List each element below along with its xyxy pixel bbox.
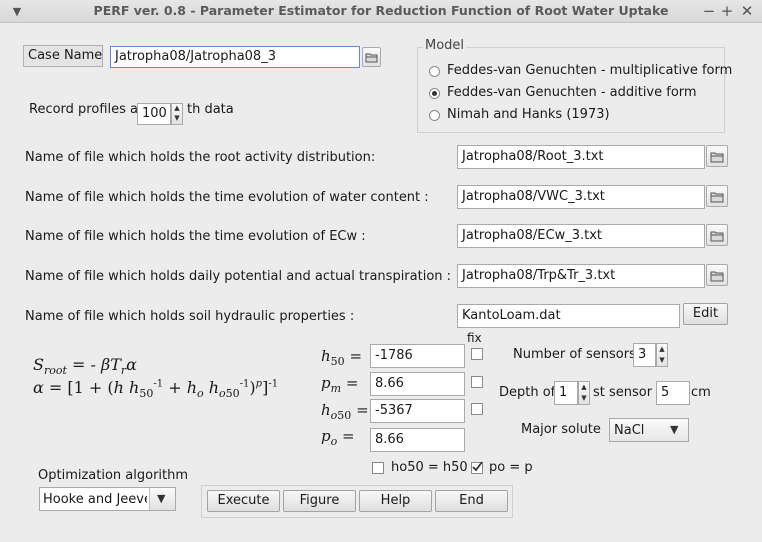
ho50-eq-h50-checkbox[interactable] [372,462,384,474]
transpiration-file-browse-button[interactable] [706,264,728,286]
record-profiles-stepper[interactable]: ▲ ▼ [171,103,183,125]
record-profiles-label: Record profiles at [29,102,144,117]
spin-down-icon[interactable]: ▼ [172,114,182,124]
folder-icon [710,231,724,242]
help-button[interactable]: Help [359,490,432,512]
checkmark-icon [472,461,483,472]
model-option-nimah-hanks: Nimah and Hanks (1973) [447,107,610,122]
model-radio-multiplicative[interactable] [429,66,440,77]
case-name-input[interactable]: Jatropha08/Jatropha08_3 [110,46,360,68]
transpiration-file-label: Name of file which holds daily potential… [25,269,452,284]
po-label: po = [321,427,355,448]
po-input[interactable]: 8.66 [370,428,465,452]
major-solute-select[interactable]: NaCl ▼ [609,418,689,442]
soil-file-input[interactable]: KantoLoam.dat [457,304,680,328]
sensor-count-label: Number of sensors: [513,347,641,362]
record-profiles-input[interactable]: 100 [137,103,171,125]
sensor-depth-label: Depth of [499,385,556,400]
optimization-select[interactable]: Hooke and Jeeves ▼ [39,487,176,511]
pm-label: pm = [321,374,359,395]
po-eq-p-checkbox[interactable] [471,461,483,474]
sensor-index-input[interactable]: 1 [554,381,578,405]
optimization-label: Optimization algorithm [38,468,189,483]
optimization-value: Hooke and Jeeves [43,492,147,507]
po-eq-p-label: po = p [489,460,533,475]
model-group-title: Model [423,38,467,53]
model-option-additive: Feddes-van Genuchten - additive form [447,85,697,100]
major-solute-label: Major solute [521,422,601,437]
folder-icon [710,271,724,282]
spin-up-icon[interactable]: ▲ [657,345,667,356]
figure-button[interactable]: Figure [283,490,356,512]
pm-fix-checkbox[interactable] [471,376,483,388]
record-profiles-suffix: th data [187,102,234,117]
end-button[interactable]: End [435,490,508,512]
chevron-down-icon: ▼ [157,492,166,505]
execute-button[interactable]: Execute [207,490,280,512]
sensor-depth-unit: cm [691,385,711,400]
minimize-icon[interactable]: − [700,2,718,20]
ho50-input[interactable]: -5367 [370,399,465,423]
sensor-depth-input[interactable]: 5 [656,381,690,405]
ecw-file-label: Name of file which holds the time evolut… [25,229,366,244]
fix-header: fix [467,331,482,345]
soil-file-label: Name of file which holds soil hydraulic … [25,309,355,324]
folder-icon [710,152,724,163]
folder-icon [365,53,378,63]
sensor-index-stepper[interactable]: ▲ ▼ [578,381,590,405]
chevron-down-icon: ▼ [670,423,679,436]
h50-label: h50 = [321,347,363,368]
folder-icon [710,192,724,203]
transpiration-file-input[interactable]: Jatropha08/Trp&Tr_3.txt [457,264,705,288]
spin-up-icon[interactable]: ▲ [172,104,182,114]
root-file-label: Name of file which holds the root activi… [25,150,376,165]
model-option-multiplicative: Feddes-van Genuchten - multiplicative fo… [447,63,733,78]
h50-input[interactable]: -1786 [370,344,465,368]
case-browse-button[interactable] [362,47,381,67]
h50-fix-checkbox[interactable] [471,348,483,360]
model-radio-additive[interactable] [429,88,440,99]
soil-edit-button[interactable]: Edit [683,303,728,325]
spin-up-icon[interactable]: ▲ [579,383,589,394]
pm-input[interactable]: 8.66 [370,372,465,396]
equation-sroot: Sroot = - βTrα [33,355,137,378]
window-title: PERF ver. 0.8 - Parameter Estimator for … [93,3,669,18]
close-icon[interactable]: ✕ [738,2,756,20]
root-file-browse-button[interactable] [706,145,728,167]
equation-alpha: α = [1 + (h h50-1 + ho ho50-1)p]-1 [33,378,279,401]
model-radio-nimah-hanks[interactable] [429,110,440,121]
ecw-file-browse-button[interactable] [706,224,728,246]
case-name-label: Case Name [23,45,103,67]
water-content-file-label: Name of file which holds the time evolut… [25,190,429,205]
ecw-file-input[interactable]: Jatropha08/ECw_3.txt [457,224,705,248]
ho50-eq-h50-label: ho50 = h50 [391,460,468,475]
spin-down-icon[interactable]: ▼ [579,394,589,405]
sensor-count-stepper[interactable]: ▲ ▼ [656,343,668,367]
maximize-icon[interactable]: + [718,2,736,20]
major-solute-value: NaCl [614,423,645,438]
water-content-file-browse-button[interactable] [706,185,728,207]
sensor-count-input[interactable]: 3 [633,343,656,367]
ho50-fix-checkbox[interactable] [471,403,483,415]
window-menu-icon[interactable]: ▼ [8,3,26,21]
water-content-file-input[interactable]: Jatropha08/VWC_3.txt [457,185,705,209]
spin-down-icon[interactable]: ▼ [657,356,667,367]
sensor-depth-mid-label: st sensor : [593,385,661,400]
ho50-label: ho50 = [321,401,369,422]
root-file-input[interactable]: Jatropha08/Root_3.txt [457,145,705,169]
